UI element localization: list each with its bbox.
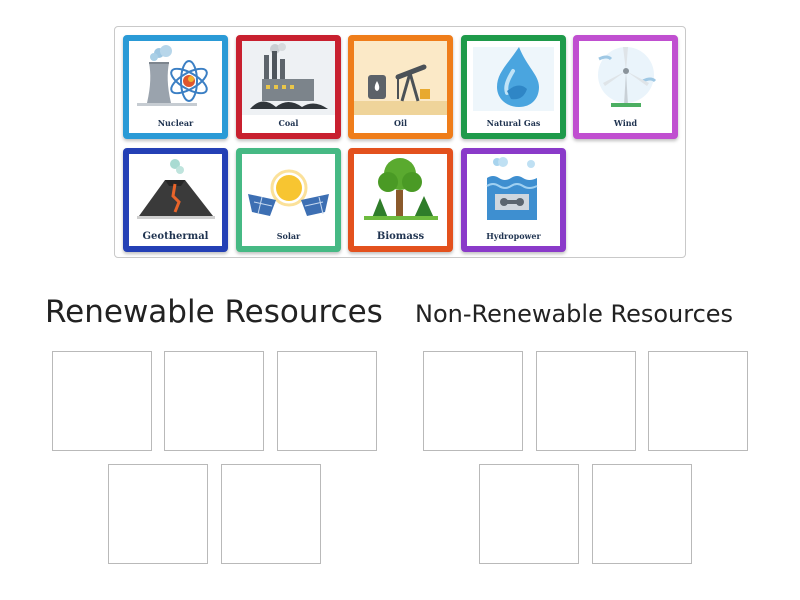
card-label: Wind — [613, 118, 638, 128]
card-tray: Nuclear Coal Oil Natural Gas Wind Geothe… — [114, 26, 686, 258]
card-natural-gas[interactable]: Natural Gas — [461, 35, 566, 139]
card-hydropower[interactable]: Hydropower — [461, 148, 566, 252]
renewable-heading: Renewable Resources — [45, 294, 383, 330]
non-renewable-heading: Non-Renewable Resources — [415, 300, 734, 328]
card-geothermal[interactable]: Geothermal — [123, 148, 228, 252]
trees-icon — [364, 158, 438, 220]
card-oil[interactable]: Oil — [348, 35, 453, 139]
hydro-dam-icon — [486, 157, 538, 220]
non-renewable-drop-slot[interactable] — [423, 351, 523, 451]
card-biomass[interactable]: Biomass — [348, 148, 453, 252]
renewable-drop-slot[interactable] — [221, 464, 321, 564]
renewable-drop-slot[interactable] — [108, 464, 208, 564]
non-renewable-drop-slot[interactable] — [536, 351, 636, 451]
card-wind[interactable]: Wind — [573, 35, 678, 139]
non-renewable-drop-slot[interactable] — [592, 464, 692, 564]
oil-pump-icon — [354, 41, 447, 115]
card-label: Natural Gas — [486, 118, 541, 128]
renewable-drop-slot[interactable] — [277, 351, 377, 451]
card-label: Biomass — [376, 231, 425, 242]
gas-drop-icon — [473, 47, 554, 111]
card-label: Oil — [393, 118, 408, 128]
card-nuclear[interactable]: Nuclear — [123, 35, 228, 139]
non-renewable-drop-slot[interactable] — [479, 464, 579, 564]
non-renewable-drop-slot[interactable] — [648, 351, 748, 451]
card-label: Coal — [278, 118, 299, 128]
card-solar[interactable]: Solar — [236, 148, 341, 252]
card-label: Solar — [276, 231, 301, 241]
card-coal[interactable]: Coal — [236, 35, 341, 139]
card-label: Geothermal — [142, 231, 209, 242]
renewable-drop-slot[interactable] — [52, 351, 152, 451]
card-label: Hydropower — [486, 231, 541, 241]
coal-factory-icon — [242, 41, 335, 115]
renewable-drop-slot[interactable] — [164, 351, 264, 451]
nuclear-plant-icon — [137, 45, 208, 106]
wind-turbine-icon — [598, 47, 657, 107]
card-label: Nuclear — [157, 118, 194, 128]
volcano-icon — [137, 159, 215, 219]
solar-panel-icon — [248, 169, 329, 216]
